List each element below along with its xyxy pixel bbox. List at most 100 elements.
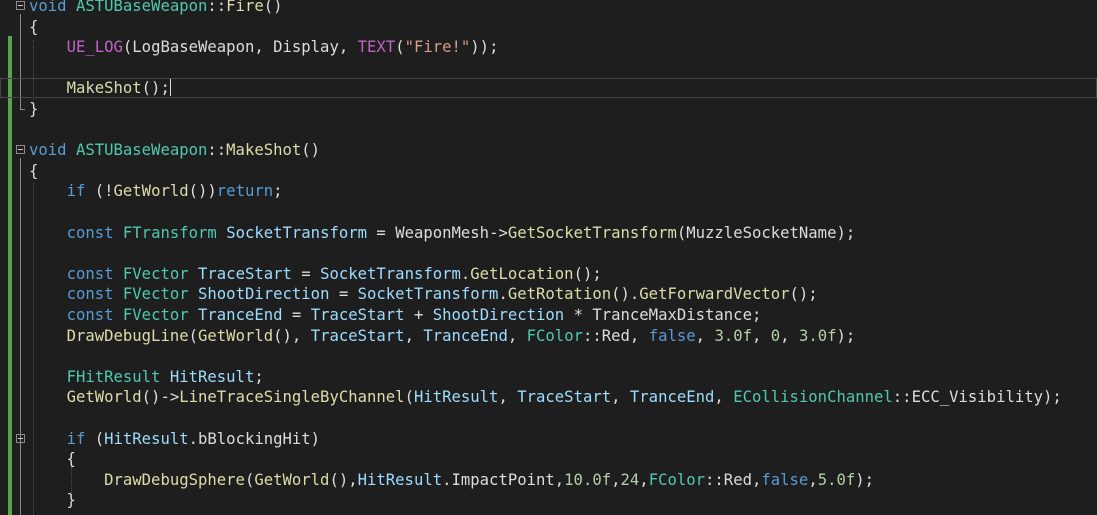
token-type: FColor bbox=[526, 326, 583, 345]
code-line[interactable] bbox=[0, 58, 1097, 78]
token-func: GetLocation bbox=[470, 264, 574, 283]
code-line[interactable]: if (!GetWorld())return; bbox=[0, 181, 1097, 201]
token-plain: = bbox=[367, 223, 396, 242]
code-line[interactable]: DrawDebugSphere(GetWorld(),HitResult.Imp… bbox=[0, 470, 1097, 490]
code-line[interactable]: const FVector ShootDirection = SocketTra… bbox=[0, 284, 1097, 304]
token-macro: UE_LOG bbox=[66, 38, 123, 57]
token-var: TranceEnd bbox=[629, 388, 715, 407]
token-plain: , bbox=[639, 470, 649, 489]
code-line[interactable]: const FTransform SocketTransform = Weapo… bbox=[0, 223, 1097, 243]
token-plain: (). bbox=[611, 285, 640, 304]
code-line[interactable] bbox=[0, 243, 1097, 263]
code-line[interactable]: UE_LOG(LogBaseWeapon, Display, TEXT("Fir… bbox=[0, 37, 1097, 57]
token-plain: ; bbox=[254, 367, 264, 386]
token-func: GetWorld bbox=[198, 326, 274, 345]
token-keyword: void bbox=[29, 141, 67, 160]
code-line[interactable] bbox=[0, 202, 1097, 222]
code-line[interactable]: } bbox=[0, 99, 1097, 119]
code-text: UE_LOG(LogBaseWeapon, Display, TEXT("Fir… bbox=[29, 37, 499, 57]
code-text: } bbox=[29, 99, 38, 119]
token-type: FColor bbox=[648, 470, 706, 489]
token-plain: , bbox=[695, 326, 715, 345]
code-line[interactable]: { bbox=[0, 449, 1097, 469]
collapse-icon[interactable] bbox=[16, 433, 25, 443]
token-keyword: const bbox=[66, 223, 114, 242]
text-caret bbox=[169, 79, 171, 97]
token-str: "Fire!" bbox=[404, 38, 471, 57]
token-type: FHitResult bbox=[66, 367, 161, 386]
token-plain: ()-> bbox=[141, 388, 180, 407]
code-line[interactable]: MakeShot(); bbox=[0, 78, 1097, 99]
token-num: 5.0f bbox=[817, 470, 856, 489]
collapse-icon[interactable] bbox=[16, 145, 25, 155]
code-line[interactable]: } bbox=[0, 490, 1097, 510]
token-var: ShootDirection bbox=[198, 285, 330, 304]
code-text: const FVector ShootDirection = SocketTra… bbox=[29, 284, 818, 304]
token-plain: ( bbox=[404, 388, 414, 407]
code-text: DrawDebugLine(GetWorld(), TraceStart, Tr… bbox=[29, 326, 856, 346]
code-editor[interactable]: void ASTUBaseWeapon::Fire(){ UE_LOG(LogB… bbox=[0, 0, 1097, 515]
code-line[interactable] bbox=[0, 120, 1097, 140]
code-line[interactable]: void ASTUBaseWeapon::MakeShot() bbox=[0, 140, 1097, 160]
token-keyword: void bbox=[29, 0, 67, 15]
code-line[interactable]: const FVector TraceStart = SocketTransfo… bbox=[0, 264, 1097, 284]
code-line[interactable]: { bbox=[0, 17, 1097, 37]
token-func: GetForwardVector bbox=[639, 285, 790, 304]
code-line[interactable]: GetWorld()->LineTraceSingleByChannel(Hit… bbox=[0, 387, 1097, 407]
token-plain: { bbox=[29, 17, 39, 36]
code-line[interactable]: if (HitResult.bBlockingHit) bbox=[0, 429, 1097, 449]
token-plain: , bbox=[404, 326, 424, 345]
code-text: const FTransform SocketTransform = Weapo… bbox=[29, 223, 856, 243]
token-type: ASTUBaseWeapon bbox=[75, 0, 208, 15]
token-plain: (MuzzleSocketName); bbox=[676, 223, 856, 242]
token-plain: (); bbox=[573, 264, 602, 283]
token-func: MakeShot bbox=[66, 79, 142, 98]
token-plain: , bbox=[611, 470, 621, 489]
collapse-icon[interactable] bbox=[16, 1, 25, 10]
code-line[interactable]: const FVector TranceEnd = TraceStart + S… bbox=[0, 305, 1097, 325]
token-plain: { bbox=[29, 450, 76, 469]
token-keyword: const bbox=[66, 285, 114, 304]
code-line[interactable]: void ASTUBaseWeapon::Fire() bbox=[0, 0, 1097, 16]
code-text: const FVector TranceEnd = TraceStart + S… bbox=[29, 305, 762, 325]
token-var: ShootDirection bbox=[432, 306, 565, 324]
token-plain: () bbox=[263, 0, 283, 15]
code-text: FHitResult HitResult; bbox=[29, 367, 264, 387]
code-text: const FVector TraceStart = SocketTransfo… bbox=[29, 264, 602, 284]
code-line[interactable]: { bbox=[0, 161, 1097, 181]
token-plain: , bbox=[808, 470, 818, 489]
token-num: 3.0f bbox=[714, 326, 752, 345]
token-plain: ( bbox=[395, 38, 405, 57]
token-keyword: const bbox=[66, 306, 114, 324]
token-num: 0 bbox=[770, 326, 781, 345]
token-plain: .ImpactPoint, bbox=[442, 470, 565, 489]
token-func: LineTraceSingleByChannel bbox=[179, 388, 405, 407]
code-line[interactable] bbox=[0, 346, 1097, 366]
token-num: 3.0f bbox=[798, 326, 837, 345]
token-plain: , bbox=[752, 326, 771, 345]
code-line[interactable] bbox=[0, 408, 1097, 428]
code-line[interactable]: FHitResult HitResult; bbox=[0, 367, 1097, 387]
token-var: TraceStart bbox=[310, 326, 405, 345]
code-line[interactable]: DrawDebugLine(GetWorld(), TraceStart, Tr… bbox=[0, 326, 1097, 346]
token-keyword: return bbox=[216, 182, 274, 201]
token-plain: , bbox=[507, 326, 527, 345]
code-line[interactable] bbox=[0, 511, 1097, 515]
token-plain: (), bbox=[329, 470, 358, 489]
token-var: TraceStart bbox=[310, 306, 405, 324]
token-plain: = bbox=[291, 264, 321, 283]
token-var: TranceEnd bbox=[198, 306, 283, 324]
token-func: Fire bbox=[226, 0, 264, 15]
token-type: ASTUBaseWeapon bbox=[75, 141, 208, 160]
